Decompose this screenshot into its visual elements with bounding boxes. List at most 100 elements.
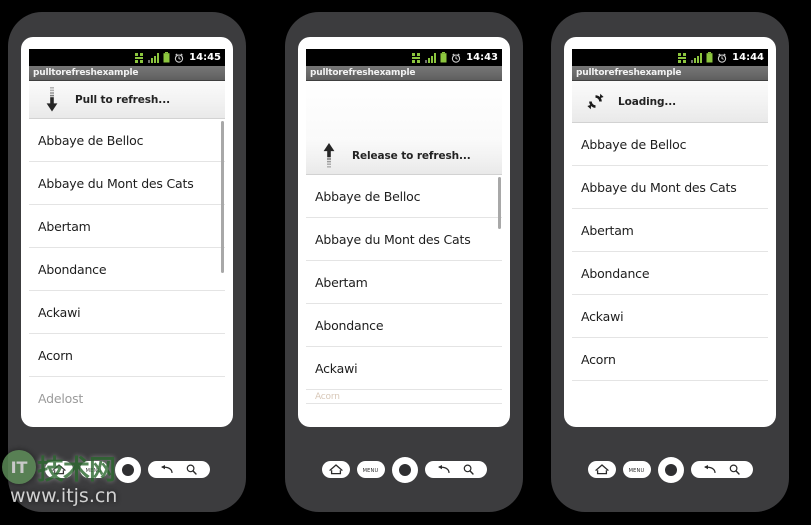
menu-button-label: menu [85,465,102,474]
app-title-bar: pulltorefreshexample [306,66,502,81]
battery-icon [706,52,713,63]
alarm-clock-icon [452,52,461,63]
cheese-list[interactable]: Abbaye de Belloc Abbaye du Mont des Cats… [306,175,502,419]
hardware-key-row: menu [8,427,246,512]
alarm-clock-icon [175,52,184,63]
menu-button-label: menu [628,465,645,474]
status-icons [135,52,184,63]
phone-loading: 14:44 pulltorefreshexample Loading... Ab… [551,12,789,512]
home-icon [51,464,66,475]
back-arrow-icon [438,464,450,473]
list-item[interactable]: Abbaye de Belloc [572,123,768,166]
screenshot-stage: 14:45 pulltorefreshexample Pull to refre… [0,0,811,525]
menu-button[interactable]: menu [622,461,651,478]
list-item[interactable]: Abertam [29,205,225,248]
list-item-label: Abertam [38,218,91,234]
cheese-list[interactable]: Abbaye de Belloc Abbaye du Mont des Cats… [29,119,225,419]
list-item-label: Ackawi [38,304,81,320]
home-icon [594,464,609,475]
list-item-label: Acorn [315,391,340,402]
home-button[interactable] [587,461,616,478]
list-item[interactable]: Adelost [29,377,225,419]
status-bar-clock: 14:43 [466,52,498,63]
list-item[interactable]: Ackawi [572,295,768,338]
search-icon [729,464,740,475]
status-bar-clock: 14:44 [732,52,764,63]
list-item-label: Abbaye du Mont des Cats [38,175,194,191]
menu-button[interactable]: menu [79,461,108,478]
back-search-button[interactable] [147,461,210,478]
list-item[interactable]: Acorn [572,338,768,381]
list-item[interactable]: Acorn [29,334,225,377]
list-item-label: Abbaye du Mont des Cats [315,231,471,247]
list-item[interactable]: Abbaye de Belloc [29,119,225,162]
back-search-button[interactable] [690,461,753,478]
list-item-label: Abertam [581,222,634,238]
refresh-state-label: Pull to refresh... [75,93,170,106]
arrow-up-icon [306,142,352,169]
arrow-down-icon [29,86,75,113]
list-item-label: Acorn [38,347,73,363]
trackball-button[interactable] [114,456,141,483]
list-item[interactable]: Abondance [306,304,502,347]
refresh-state-label: Loading... [618,95,677,108]
overscroll-padding [306,81,502,137]
list-item-label: Abertam [315,274,368,290]
trackball-dot [664,463,677,476]
phone-inner-frame: 14:45 pulltorefreshexample Pull to refre… [21,37,233,427]
alarm-clock-icon [718,52,727,63]
back-arrow-icon [161,464,173,473]
home-button[interactable] [321,461,350,478]
list-item[interactable]: Abbaye du Mont des Cats [29,162,225,205]
home-icon [328,464,343,475]
back-arrow-icon [704,464,716,473]
list-item-label: Abbaye de Belloc [38,132,144,148]
battery-icon [163,52,170,63]
refresh-state-label: Release to refresh... [352,149,471,162]
signal-bars-icon [148,52,160,63]
phone-inner-frame: 14:43 pulltorefreshexample Release to re… [298,37,510,427]
home-button[interactable] [44,461,73,478]
list-item-label: Ackawi [581,308,624,324]
status-bar-clock: 14:45 [189,52,221,63]
list-item[interactable]: Acorn [306,390,502,404]
signal-bars-icon [691,52,703,63]
list-item[interactable]: Abertam [572,209,768,252]
phone-release-to-refresh: 14:43 pulltorefreshexample Release to re… [285,12,523,512]
list-item-label: Abbaye de Belloc [581,136,687,152]
hardware-key-row: menu [285,427,523,512]
android-status-bar: 14:43 [306,49,502,66]
list-item-label: Adelost [38,390,84,406]
back-search-button[interactable] [424,461,487,478]
trackball-dot [398,463,411,476]
list-scrollbar[interactable] [221,121,224,273]
list-item-label: Abbaye du Mont des Cats [581,179,737,195]
list-item[interactable]: Abondance [572,252,768,295]
list-item-label: Abbaye de Belloc [315,188,421,204]
data-transfer-icon [412,52,421,63]
list-item[interactable]: Abbaye du Mont des Cats [572,166,768,209]
list-item[interactable]: Abbaye du Mont des Cats [306,218,502,261]
list-scrollbar[interactable] [498,177,501,229]
pull-to-refresh-header[interactable]: Release to refresh... [306,137,502,175]
phone-screen: 14:43 pulltorefreshexample Release to re… [306,49,502,419]
search-icon [463,464,474,475]
menu-button[interactable]: menu [356,461,385,478]
list-item[interactable]: Abertam [306,261,502,304]
list-item-label: Abondance [315,317,384,333]
list-item[interactable]: Abbaye de Belloc [306,175,502,218]
hardware-key-row: menu [551,427,789,512]
signal-bars-icon [425,52,437,63]
list-item[interactable]: Abondance [29,248,225,291]
app-title-bar: pulltorefreshexample [572,66,768,81]
phone-screen: 14:45 pulltorefreshexample Pull to refre… [29,49,225,419]
trackball-button[interactable] [391,456,418,483]
menu-button-label: menu [362,465,379,474]
list-item[interactable]: Ackawi [306,347,502,390]
list-item-label: Acorn [581,351,616,367]
data-transfer-icon [678,52,687,63]
cheese-list[interactable]: Abbaye de Belloc Abbaye du Mont des Cats… [572,123,768,419]
list-item[interactable]: Ackawi [29,291,225,334]
pull-to-refresh-header[interactable]: Pull to refresh... [29,81,225,119]
trackball-button[interactable] [657,456,684,483]
